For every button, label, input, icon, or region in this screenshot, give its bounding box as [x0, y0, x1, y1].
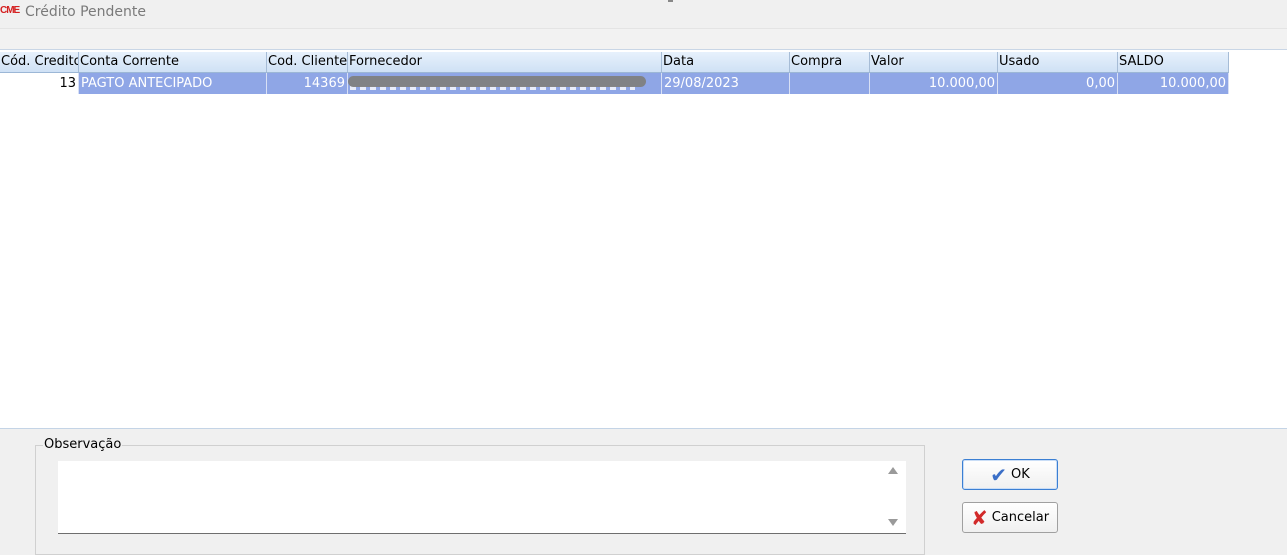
- arrow-down-icon[interactable]: [888, 519, 898, 526]
- cell-conta-corrente: PAGTO ANTECIPADO: [79, 73, 267, 94]
- cell-fornecedor: [348, 73, 662, 94]
- x-icon: ✘: [970, 505, 988, 530]
- column-header-fornecedor[interactable]: Fornecedor: [348, 52, 662, 72]
- arrow-up-icon[interactable]: [888, 467, 898, 474]
- ok-button[interactable]: ✔ OK: [962, 459, 1058, 490]
- column-header-usado[interactable]: Usado: [998, 52, 1118, 72]
- grid-header: Cód. Credito Conta Corrente Cod. Cliente…: [0, 52, 1229, 73]
- cell-compra: [790, 73, 870, 94]
- column-header-conta-corrente[interactable]: Conta Corrente: [79, 52, 267, 72]
- title-bar: CME Crédito Pendente: [0, 0, 1287, 28]
- ok-button-label: OK: [1011, 467, 1030, 482]
- column-header-valor[interactable]: Valor: [870, 52, 998, 72]
- cell-cod-credito: 13: [0, 73, 79, 94]
- cme-logo-icon: CME: [0, 5, 20, 16]
- column-header-cod-cliente[interactable]: Cod. Cliente: [267, 52, 348, 72]
- column-header-compra[interactable]: Compra: [790, 52, 870, 72]
- table-row[interactable]: 13 PAGTO ANTECIPADO 14369 29/08/2023 10.…: [0, 73, 1229, 94]
- bottom-panel: Observação ✔ OK ✘ Cancelar: [0, 429, 1287, 555]
- cell-cod-cliente: 14369: [267, 73, 348, 94]
- title-mark: [668, 0, 673, 2]
- observacao-textarea[interactable]: [58, 461, 906, 534]
- column-header-data[interactable]: Data: [662, 52, 790, 72]
- cancel-button-label: Cancelar: [991, 510, 1050, 525]
- cell-valor: 10.000,00: [870, 73, 998, 94]
- checkmark-icon: ✔: [990, 462, 1007, 487]
- cell-data: 29/08/2023: [662, 73, 790, 94]
- cell-usado: 0,00: [998, 73, 1118, 94]
- cell-saldo: 10.000,00: [1118, 73, 1229, 94]
- column-header-saldo[interactable]: SALDO: [1118, 52, 1229, 72]
- observacao-label: Observação: [43, 437, 123, 452]
- cancel-button[interactable]: ✘ Cancelar: [962, 502, 1058, 533]
- redaction-bar: [348, 76, 646, 87]
- column-header-cod-credito[interactable]: Cód. Credito: [0, 52, 79, 72]
- credit-grid[interactable]: Cód. Credito Conta Corrente Cod. Cliente…: [0, 50, 1287, 429]
- toolbar-strip: [0, 28, 1287, 51]
- window-title: Crédito Pendente: [25, 4, 147, 20]
